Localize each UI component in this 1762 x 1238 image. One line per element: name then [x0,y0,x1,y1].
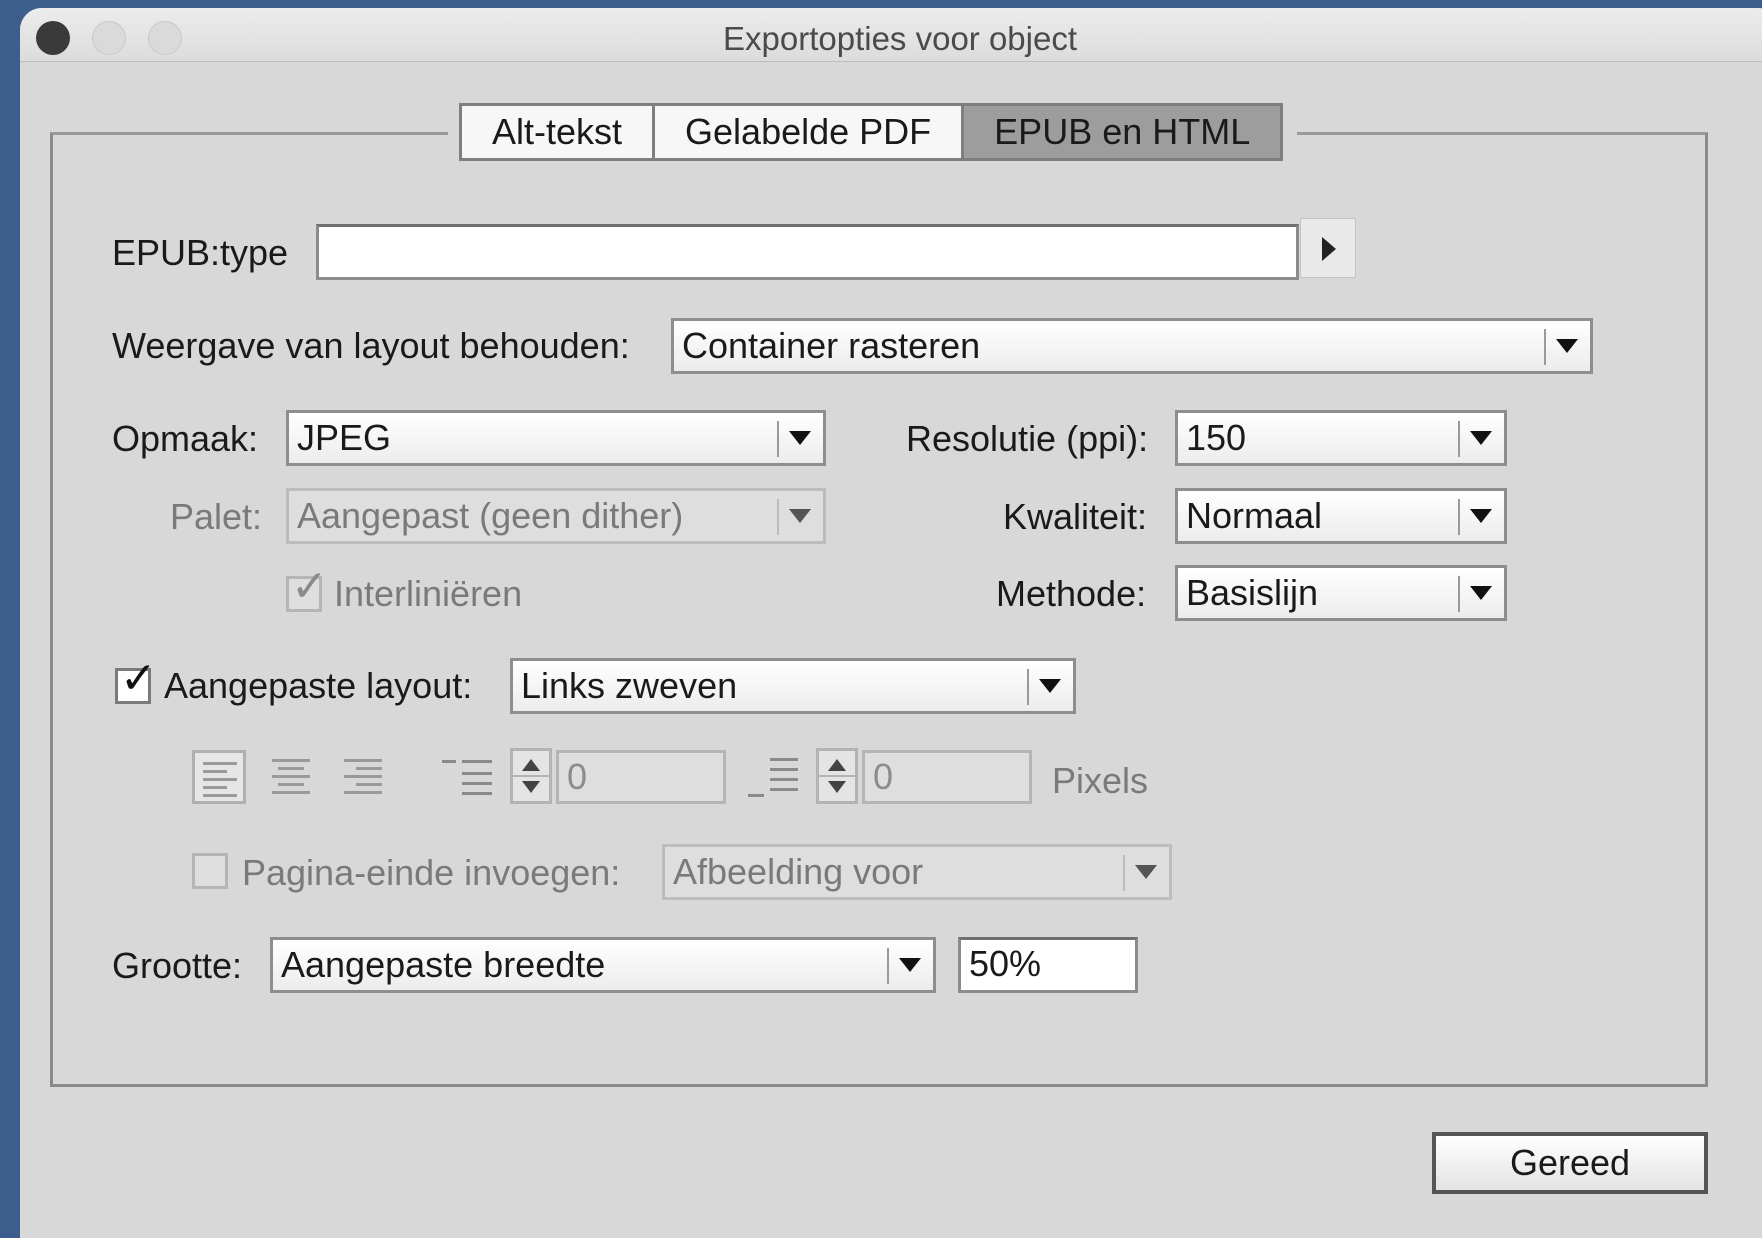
stepper-divider [513,775,549,777]
tab-alt-text[interactable]: Alt-tekst [459,103,656,161]
resolution-value: 150 [1186,417,1247,458]
select-separator [1458,421,1460,457]
layout-preserve-label: Weergave van layout behouden: [112,325,630,366]
chevron-down-icon [1135,865,1157,879]
epub-type-input[interactable] [316,224,1299,280]
page-break-value: Afbeelding voor [673,851,924,892]
space-after-icon [748,752,802,806]
palette-label: Palet: [170,496,263,537]
chevron-down-icon [1470,431,1492,445]
method-value: Basislijn [1186,572,1319,613]
align-left-icon[interactable] [192,750,246,804]
select-separator [887,948,889,984]
epub-type-menu-button[interactable] [1300,218,1356,278]
quality-value: Normaal [1186,495,1323,536]
space-after-input[interactable]: 0 [862,750,1032,804]
resolution-select[interactable]: 150 [1175,410,1507,466]
align-center-icon[interactable] [264,750,318,804]
format-select[interactable]: JPEG [286,410,826,466]
chevron-down-icon [1556,339,1578,353]
quality-label: Kwaliteit: [1003,496,1148,537]
layout-preserve-select[interactable]: Container rasteren [671,318,1593,374]
triangle-right-icon [1322,237,1336,261]
chevron-down-icon [789,431,811,445]
page-break-label: Pagina-einde invoegen: [242,852,621,893]
epub-type-label: EPUB:type [112,232,289,273]
tab-epub-html[interactable]: EPUB en HTML [961,103,1284,161]
arrow-up-icon [828,759,846,771]
select-separator [777,421,779,457]
layout-preserve-value: Container rasteren [682,325,981,366]
arrow-down-icon [522,781,540,793]
space-after-stepper[interactable] [816,748,858,804]
method-label: Methode: [996,573,1147,614]
arrow-up-icon [522,759,540,771]
space-before-input[interactable]: 0 [556,750,726,804]
checkmark-icon: ✓ [120,654,157,703]
chevron-down-icon [1470,509,1492,523]
tab-bar: Alt-tekst Gelabelde PDF EPUB en HTML [448,103,1298,161]
select-separator [1027,669,1029,705]
select-separator [1123,855,1125,891]
done-button[interactable]: Gereed [1432,1132,1708,1194]
select-separator [1458,499,1460,535]
size-value: Aangepaste breedte [281,944,606,985]
size-select[interactable]: Aangepaste breedte [270,937,936,993]
stepper-divider [819,775,855,777]
palette-value: Aangepast (geen dither) [297,495,684,536]
custom-layout-select[interactable]: Links zweven [510,658,1076,714]
tab-tagged-pdf[interactable]: Gelabelde PDF [652,103,965,161]
format-value: JPEG [297,417,392,458]
space-before-icon [442,752,496,806]
select-separator [1544,329,1546,365]
method-select[interactable]: Basislijn [1175,565,1507,621]
custom-layout-label: Aangepaste layout: [164,665,473,706]
title-bar: Exportopties voor object [20,8,1762,62]
interlace-checkbox[interactable]: ✓ [286,565,328,612]
custom-layout-checkbox[interactable]: ✓ [115,657,157,704]
size-percent-input[interactable]: 50% [958,937,1138,993]
interlace-label: Interliniëren [334,573,523,614]
chevron-down-icon [1470,586,1492,600]
chevron-down-icon [1039,679,1061,693]
checkmark-icon: ✓ [291,562,328,611]
palette-select[interactable]: Aangepast (geen dither) [286,488,826,544]
window-title: Exportopties voor object [722,20,1078,57]
space-before-stepper[interactable] [510,748,552,804]
format-label: Opmaak: [112,418,259,459]
page-break-select[interactable]: Afbeelding voor [662,844,1172,900]
arrow-down-icon [828,781,846,793]
chevron-down-icon [789,509,811,523]
size-label: Grootte: [112,945,243,986]
chevron-down-icon [899,958,921,972]
quality-select[interactable]: Normaal [1175,488,1507,544]
custom-layout-value: Links zweven [521,665,738,706]
align-right-icon[interactable] [336,750,390,804]
select-separator [777,499,779,535]
select-separator [1458,576,1460,612]
pixels-unit-label: Pixels [1052,760,1149,801]
page-break-checkbox[interactable] [192,853,228,889]
resolution-label: Resolutie (ppi): [906,418,1149,459]
